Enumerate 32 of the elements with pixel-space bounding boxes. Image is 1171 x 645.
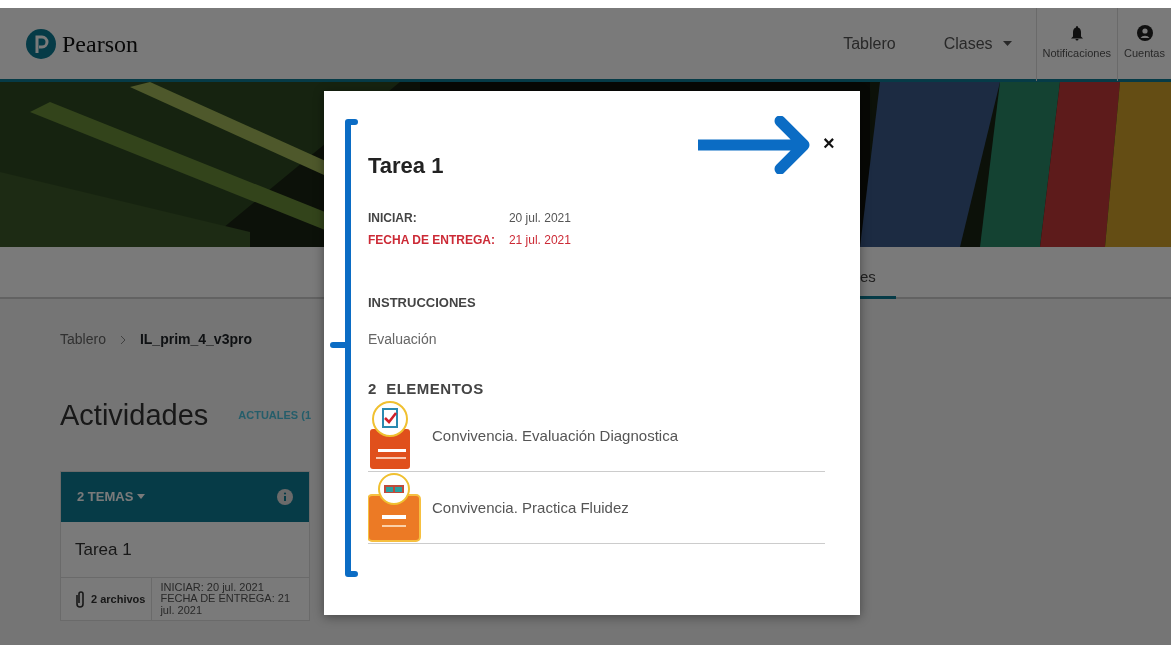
caret-icon bbox=[137, 494, 146, 500]
files-count: 2 archivos bbox=[91, 591, 146, 607]
modal-title: Tarea 1 bbox=[368, 153, 445, 180]
nav-link[interactable]: Tablero bbox=[819, 31, 920, 56]
caret-icon bbox=[1002, 41, 1012, 46]
item-link[interactable]: Convivencia. Evaluación Diagnostica bbox=[432, 424, 678, 448]
date-label: INICIAR: bbox=[368, 210, 417, 228]
breadcrumb-link[interactable]: Tablero bbox=[60, 329, 106, 350]
close-button[interactable]: × bbox=[820, 133, 838, 153]
paperclip-icon bbox=[75, 590, 85, 609]
breadcrumb-current: IL_prim_4_v3pro bbox=[139, 330, 252, 349]
chevron-icon bbox=[119, 334, 126, 345]
user-icon bbox=[1136, 25, 1153, 42]
section-heading: INSTRUCCIONES bbox=[368, 294, 477, 313]
logo-text: Pearson bbox=[62, 29, 138, 59]
section-heading: 2 ELEMENTOS bbox=[368, 378, 485, 399]
logo-icon bbox=[26, 28, 56, 59]
account-link[interactable]: Cuentas bbox=[1124, 45, 1165, 62]
topics-dropdown[interactable]: 2 TEMAS bbox=[77, 487, 146, 507]
assignment-dates: INICIAR: 20 jul. 2021 FECHA DE ENTREGA: 21 jul. 2021 bbox=[159, 579, 291, 618]
book-badge-icon bbox=[368, 472, 422, 543]
item-link[interactable]: Convivencia. Practica Fluidez bbox=[432, 496, 629, 520]
date-label: FECHA DE ENTREGA: bbox=[368, 232, 495, 250]
nav-dropdown[interactable]: Clases bbox=[919, 31, 1036, 56]
bell-icon bbox=[1070, 25, 1083, 41]
date-value: 21 jul. 2021 bbox=[508, 232, 571, 250]
date-value: 20 jul. 2021 bbox=[508, 210, 571, 228]
assignment-title[interactable]: Tarea 1 bbox=[61, 521, 309, 578]
instructions-text: Evaluación bbox=[368, 329, 438, 349]
info-icon bbox=[277, 488, 293, 505]
notifications-link[interactable]: Notificaciones bbox=[1042, 44, 1111, 62]
page-title: Actividades bbox=[60, 398, 209, 433]
